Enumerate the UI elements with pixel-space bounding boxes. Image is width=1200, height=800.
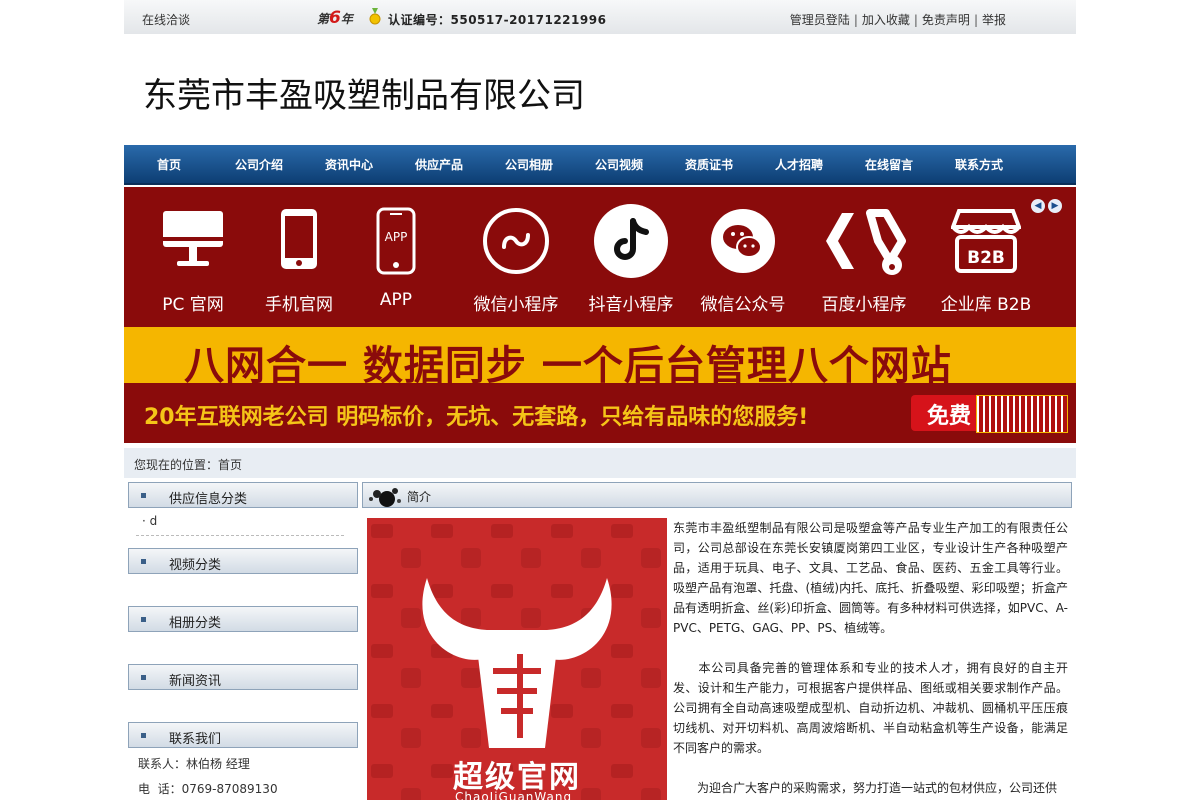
sidebar-video-header[interactable]: 视频分类 (128, 548, 358, 574)
bullet-square-icon (141, 493, 146, 498)
report-link[interactable]: 举报 (982, 13, 1006, 27)
section-title: 简介 (407, 490, 432, 504)
baidu-icon (826, 209, 906, 275)
description-paragraph: 东莞市丰盈纸塑制品有限公司是吸塑盒等产品专业生产加工的有限责任公司，公司总部设在… (673, 521, 1068, 635)
qr-code-image (976, 395, 1068, 433)
membership-years: 第6年 (317, 8, 353, 28)
nav-certificates[interactable]: 资质证书 (685, 156, 733, 173)
medal-icon (369, 8, 381, 25)
promo-subtitle: ChaoJiGuanWang (455, 790, 573, 800)
contact-info: 联系人：林伯杨 经理 电 话：0769-87089130 (128, 748, 358, 800)
sidebar-header-label: 相册分类 (169, 616, 222, 631)
hero-banner[interactable]: ◀ ▶ PC 官网 手机官网 APP APP 微信小程序 抖音小程序 微信公众号… (124, 187, 1076, 443)
breadcrumb-text: 您现在的位置：首页 (134, 458, 243, 472)
sidebar-contact-header[interactable]: 联系我们 (128, 722, 358, 748)
sidebar-video-list (128, 574, 358, 606)
platform-label: 百度小程序 (821, 295, 907, 315)
platform-app: APP APP (346, 207, 446, 317)
nav-video[interactable]: 公司视频 (595, 156, 643, 173)
description-paragraph: 本公司具备完善的管理体系和专业的技术人才，拥有良好的自主开发、设计和生产能力，可… (673, 661, 1068, 755)
nav-about[interactable]: 公司介绍 (235, 156, 283, 173)
nav-jobs[interactable]: 人才招聘 (775, 156, 823, 173)
platform-label: APP (379, 290, 413, 310)
sidebar-album-header[interactable]: 相册分类 (128, 606, 358, 632)
online-chat-link[interactable]: 在线洽谈 (142, 11, 190, 28)
miniprogram-icon (483, 208, 549, 274)
sidebar-header-label: 新闻资讯 (169, 674, 222, 689)
wechat-icon (711, 209, 775, 273)
sidebar-header-label: 视频分类 (169, 558, 222, 573)
nav-album[interactable]: 公司相册 (505, 156, 553, 173)
bullet-square-icon (141, 675, 146, 680)
platform-douyin: 抖音小程序 (581, 204, 681, 317)
nav-home[interactable]: 首页 (157, 156, 181, 173)
platform-wechat-official: 微信公众号 (693, 207, 793, 317)
separator: | (913, 13, 918, 27)
platform-pc: PC 官网 (143, 207, 243, 317)
svg-text:APP: APP (385, 230, 408, 244)
top-links: 管理员登陆 | 加入收藏 | 免责声明 | 举报 (790, 11, 1006, 28)
main-content: 简介 (362, 482, 1072, 508)
nav-contact[interactable]: 联系方式 (955, 156, 1003, 173)
divider (136, 535, 344, 536)
platform-baidu: 百度小程序 (814, 207, 914, 317)
certification-number: 认证编号：550517-20171221996 (388, 13, 607, 27)
ink-splash-icon (369, 488, 401, 507)
intro-header: 简介 (362, 482, 1072, 508)
sidebar-item[interactable]: · d (142, 514, 157, 528)
platform-icons: PC 官网 手机官网 APP APP 微信小程序 抖音小程序 微信公众号 百度小… (124, 187, 1076, 327)
separator: | (853, 13, 858, 27)
monitor-icon (163, 211, 223, 266)
platform-label: 微信公众号 (700, 295, 786, 315)
main-nav: 首页 公司介绍 资讯中心 供应产品 公司相册 公司视频 资质证书 人才招聘 在线… (124, 145, 1076, 185)
platform-b2b: B2B 企业库 B2B (936, 207, 1036, 317)
sidebar-supply-list: · d (128, 508, 358, 548)
b2b-store-icon: B2B (951, 209, 1021, 273)
nav-products[interactable]: 供应产品 (415, 156, 463, 173)
nav-message[interactable]: 在线留言 (865, 156, 913, 173)
platform-label: 企业库 B2B (940, 295, 1032, 315)
phone-icon (281, 209, 317, 269)
breadcrumb: 您现在的位置：首页 (124, 448, 1076, 478)
svg-text:B2B: B2B (967, 248, 1005, 268)
banner-subline: 20年互联网老公司 明码标价，无坑、无套路，只给有品味的您服务! (144, 405, 809, 430)
bullet-square-icon (141, 733, 146, 738)
bullet-square-icon (141, 617, 146, 622)
promo-image: 超级官网 ChaoJiGuanWang (367, 518, 667, 800)
slogan-band: 八网合一 数据同步 一个后台管理八个网站 (124, 327, 1076, 389)
add-favorite-link[interactable]: 加入收藏 (862, 13, 910, 27)
disclaimer-link[interactable]: 免责声明 (922, 13, 970, 27)
description-paragraph: 为迎合广大客户的采购需求，努力打造一站式的包材供应，公司还供 (673, 781, 1058, 795)
bullet-square-icon (141, 559, 146, 564)
sidebar: 供应信息分类 · d 视频分类 相册分类 新闻资讯 联系我们 联系人：林伯杨 经… (128, 482, 358, 800)
platform-wechat-mini: 微信小程序 (466, 207, 566, 317)
sidebar-news-header[interactable]: 新闻资讯 (128, 664, 358, 690)
douyin-icon (594, 204, 668, 278)
contact-person: 联系人：林伯杨 经理 (138, 757, 250, 771)
company-description: 东莞市丰盈纸塑制品有限公司是吸塑盒等产品专业生产加工的有限责任公司，公司总部设在… (673, 518, 1068, 800)
separator: | (973, 13, 978, 27)
slogan-text: 八网合一 数据同步 一个后台管理八个网站 (184, 343, 952, 389)
sidebar-supply-header[interactable]: 供应信息分类 (128, 482, 358, 508)
top-bar: 在线洽谈 第6年 认证编号：550517-20171221996 管理员登陆 | 加… (124, 0, 1076, 34)
company-name: 东莞市丰盈吸塑制品有限公司 (143, 76, 585, 116)
admin-login-link[interactable]: 管理员登陆 (790, 13, 850, 27)
sidebar-header-label: 联系我们 (169, 732, 222, 747)
contact-phone: 电 话：0769-87089130 (138, 782, 278, 796)
sidebar-header-label: 供应信息分类 (169, 492, 248, 507)
nav-news[interactable]: 资讯中心 (325, 156, 373, 173)
sidebar-news-list (128, 690, 358, 722)
sidebar-album-list (128, 632, 358, 664)
app-icon: APP (376, 207, 416, 275)
